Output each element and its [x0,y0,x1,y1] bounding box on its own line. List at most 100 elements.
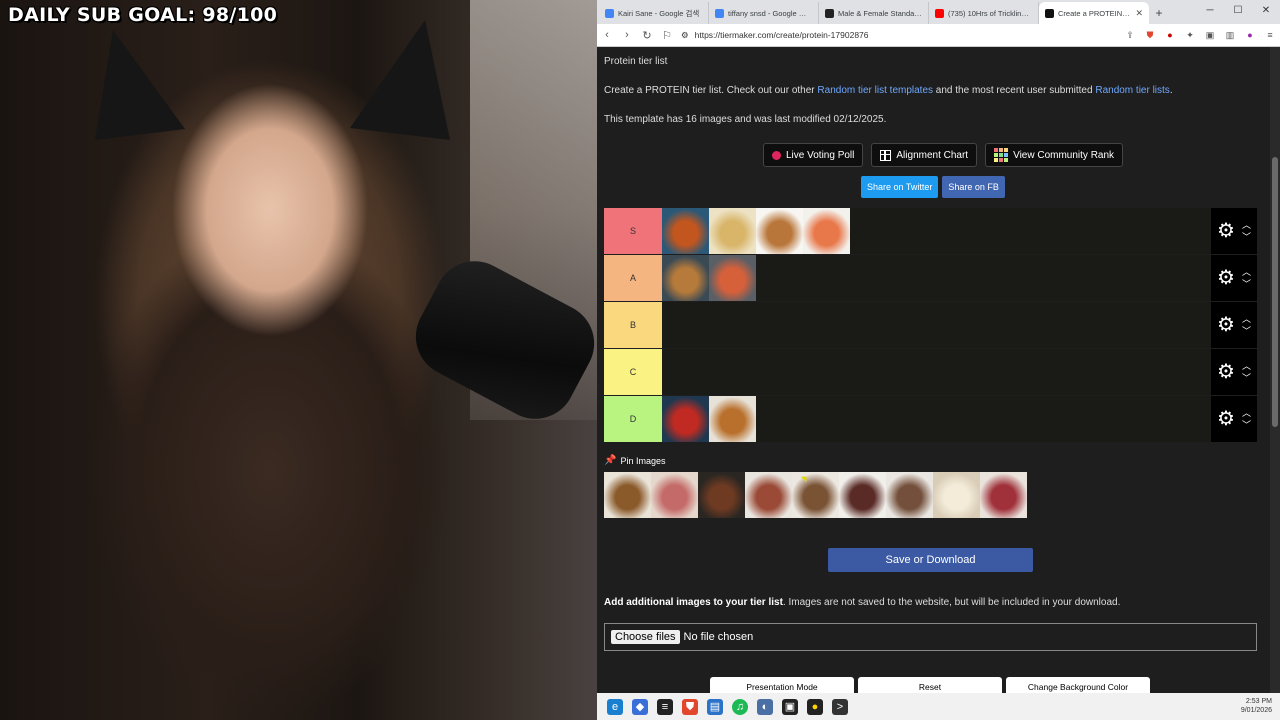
obs-icon[interactable]: ● [807,698,823,715]
puzzle-icon[interactable]: ✦ [1184,30,1196,41]
grid-icon [880,149,892,161]
gear-icon[interactable]: ⚙ [1217,268,1235,288]
gear-icon[interactable]: ⚙ [1217,409,1235,429]
profile-icon[interactable]: ● [1244,30,1256,40]
close-window-icon[interactable]: ✕ [1252,0,1280,22]
wallet-icon[interactable]: ▣ [1204,30,1216,41]
app-icon[interactable]: ▤ [707,698,723,715]
tier-label[interactable]: D [604,396,662,442]
extension-icon[interactable]: ● [1164,30,1176,40]
terminal-icon[interactable]: > [832,698,848,715]
fish-fries-image[interactable] [709,208,756,254]
presentation-mode-button[interactable]: Presentation Mode [710,677,854,693]
tab-tiermaker[interactable]: Create a PROTEIN Tier ✕ [1039,2,1149,24]
roast-turkey-image[interactable] [709,396,756,442]
browser-window: Kairi Sane - Google 검색 tiffany snsd - Go… [597,0,1280,720]
chevron-down-icon[interactable]: ﹀ [1242,374,1251,383]
chevron-down-icon[interactable]: ﹀ [1242,280,1251,289]
shrimp-image[interactable] [709,255,756,301]
tier-label[interactable]: A [604,255,662,301]
chevron-up-icon[interactable]: ︿ [1242,409,1251,418]
close-tab-icon[interactable]: ✕ [1135,8,1143,19]
app-icon[interactable]: ≡ [657,698,673,715]
scrollbar[interactable] [1270,47,1280,693]
share-icon[interactable]: ⇪ [1124,30,1136,41]
random-tierlists-link[interactable]: Random tier lists [1095,85,1169,96]
back-icon[interactable]: ‹ [601,29,613,41]
ham-image[interactable] [651,472,698,518]
chevron-down-icon[interactable]: ﹀ [1242,421,1251,430]
tab-standards[interactable]: Male & Female Standards [819,2,929,24]
maximize-icon[interactable]: ☐ [1224,0,1252,22]
sausage-image[interactable] [745,472,792,518]
pin-images[interactable]: 📌 Pin Images [604,455,665,466]
tofu-image[interactable] [933,472,980,518]
url-field[interactable]: ⚙ https://tiermaker.com/create/protein-1… [681,30,1116,41]
lobster-image[interactable] [662,396,709,442]
chevron-up-icon[interactable]: ︿ [1242,315,1251,324]
share-fb-button[interactable]: Share on FB [942,176,1005,198]
tab-tiffany[interactable]: tiffany snsd - Google 검색 [709,2,819,24]
reload-icon[interactable]: ↻ [641,29,653,42]
roast-chicken-image[interactable] [662,255,709,301]
tab-kairi[interactable]: Kairi Sane - Google 검색 [599,2,709,24]
alignment-chart-button[interactable]: Alignment Chart [871,143,978,167]
brave-shield-icon[interactable]: ⛊ [1144,30,1156,41]
bookmark-icon[interactable]: ⚐ [661,29,673,42]
chevron-up-icon[interactable]: ︿ [1242,221,1251,230]
add-images-text: Add additional images to your tier list.… [604,597,1120,608]
tier-items[interactable] [662,349,1211,395]
tier-items[interactable] [662,255,1211,301]
tier-label[interactable]: C [604,349,662,395]
forward-icon[interactable]: › [621,29,633,41]
chevron-down-icon[interactable]: ﹀ [1242,233,1251,242]
tier-items[interactable] [662,302,1211,348]
tab-youtube[interactable]: (735) 10Hrs of Trickling Wa [929,2,1039,24]
tier-items[interactable] [662,396,1211,442]
save-download-button[interactable]: Save or Download [828,548,1033,572]
raw-beef-image[interactable] [980,472,1027,518]
community-rank-button[interactable]: View Community Rank [985,143,1124,167]
gear-icon[interactable]: ⚙ [1217,362,1235,382]
site-info-icon[interactable]: ⚙ [681,30,689,41]
tier-label[interactable]: B [604,302,662,348]
scroll-thumb[interactable] [1272,157,1278,427]
menu-icon[interactable]: ≡ [1264,30,1276,40]
ribs-image[interactable] [698,472,745,518]
minimize-icon[interactable]: ─ [1196,0,1224,22]
template-info: This template has 16 images and was last… [604,114,887,125]
chevron-up-icon[interactable]: ︿ [1242,362,1251,371]
reset-button[interactable]: Reset [858,677,1002,693]
app-icon[interactable]: ◆ [632,698,648,715]
tier-label[interactable]: S [604,208,662,254]
crab-image[interactable] [662,208,709,254]
breadcrumb: Protein tier list [604,56,668,67]
brave-icon[interactable]: ⛊ [682,698,698,715]
sidebar-icon[interactable]: ▥ [1224,30,1236,41]
chevron-down-icon[interactable]: ﹀ [1242,327,1251,336]
choose-files-button[interactable]: Choose files [611,630,680,644]
share-twitter-button[interactable]: Share on Twitter [861,176,939,198]
gear-icon[interactable]: ⚙ [1217,315,1235,335]
steak-image[interactable] [839,472,886,518]
gear-icon[interactable]: ⚙ [1217,221,1235,241]
random-templates-link[interactable]: Random tier list templates [817,85,933,96]
change-bg-button[interactable]: Change Background Color [1006,677,1150,693]
live-voting-button[interactable]: Live Voting Poll [763,143,864,167]
file-input[interactable]: Choose files No file chosen [604,623,1257,651]
app-icon[interactable]: ◐ [757,698,773,715]
egg-image[interactable] [756,208,803,254]
new-tab-button[interactable]: + [1149,2,1169,24]
beans-image[interactable] [604,472,651,518]
tier-controls: ⚙ ︿ ﹀ [1211,302,1257,348]
rank-grid-icon [994,148,1009,162]
meatballs-image[interactable] [792,472,839,518]
chevron-up-icon[interactable]: ︿ [1242,268,1251,277]
spotify-icon[interactable]: ♫ [732,698,748,715]
image-pool [604,472,1027,518]
app-icon[interactable]: ▣ [782,698,798,715]
tier-items[interactable] [662,208,1211,254]
edge-icon[interactable]: e [607,698,623,715]
burger-patties-image[interactable] [886,472,933,518]
salmon-image[interactable] [803,208,850,254]
